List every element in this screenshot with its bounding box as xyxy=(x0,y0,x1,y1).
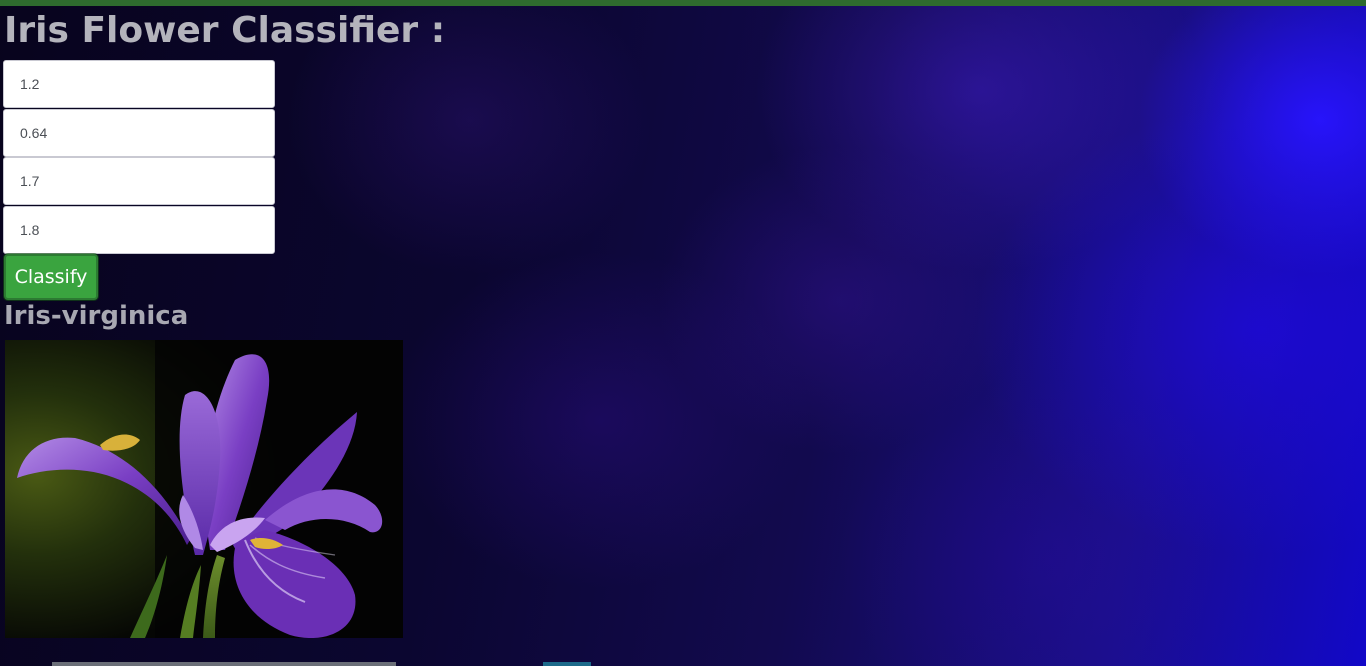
feature-input-3[interactable] xyxy=(3,157,275,205)
feature-input-1[interactable] xyxy=(3,60,275,108)
feature-input-4[interactable] xyxy=(3,206,275,254)
flower-image xyxy=(5,340,403,638)
horizontal-scrollbar[interactable] xyxy=(52,662,396,666)
classify-button[interactable]: Classify xyxy=(4,254,98,300)
top-accent-bar xyxy=(0,0,1366,6)
scroll-indicator xyxy=(543,662,591,666)
feature-input-2[interactable] xyxy=(3,109,275,157)
prediction-result: Iris-virginica xyxy=(4,301,189,331)
page-title: Iris Flower Classifier : xyxy=(4,10,446,51)
